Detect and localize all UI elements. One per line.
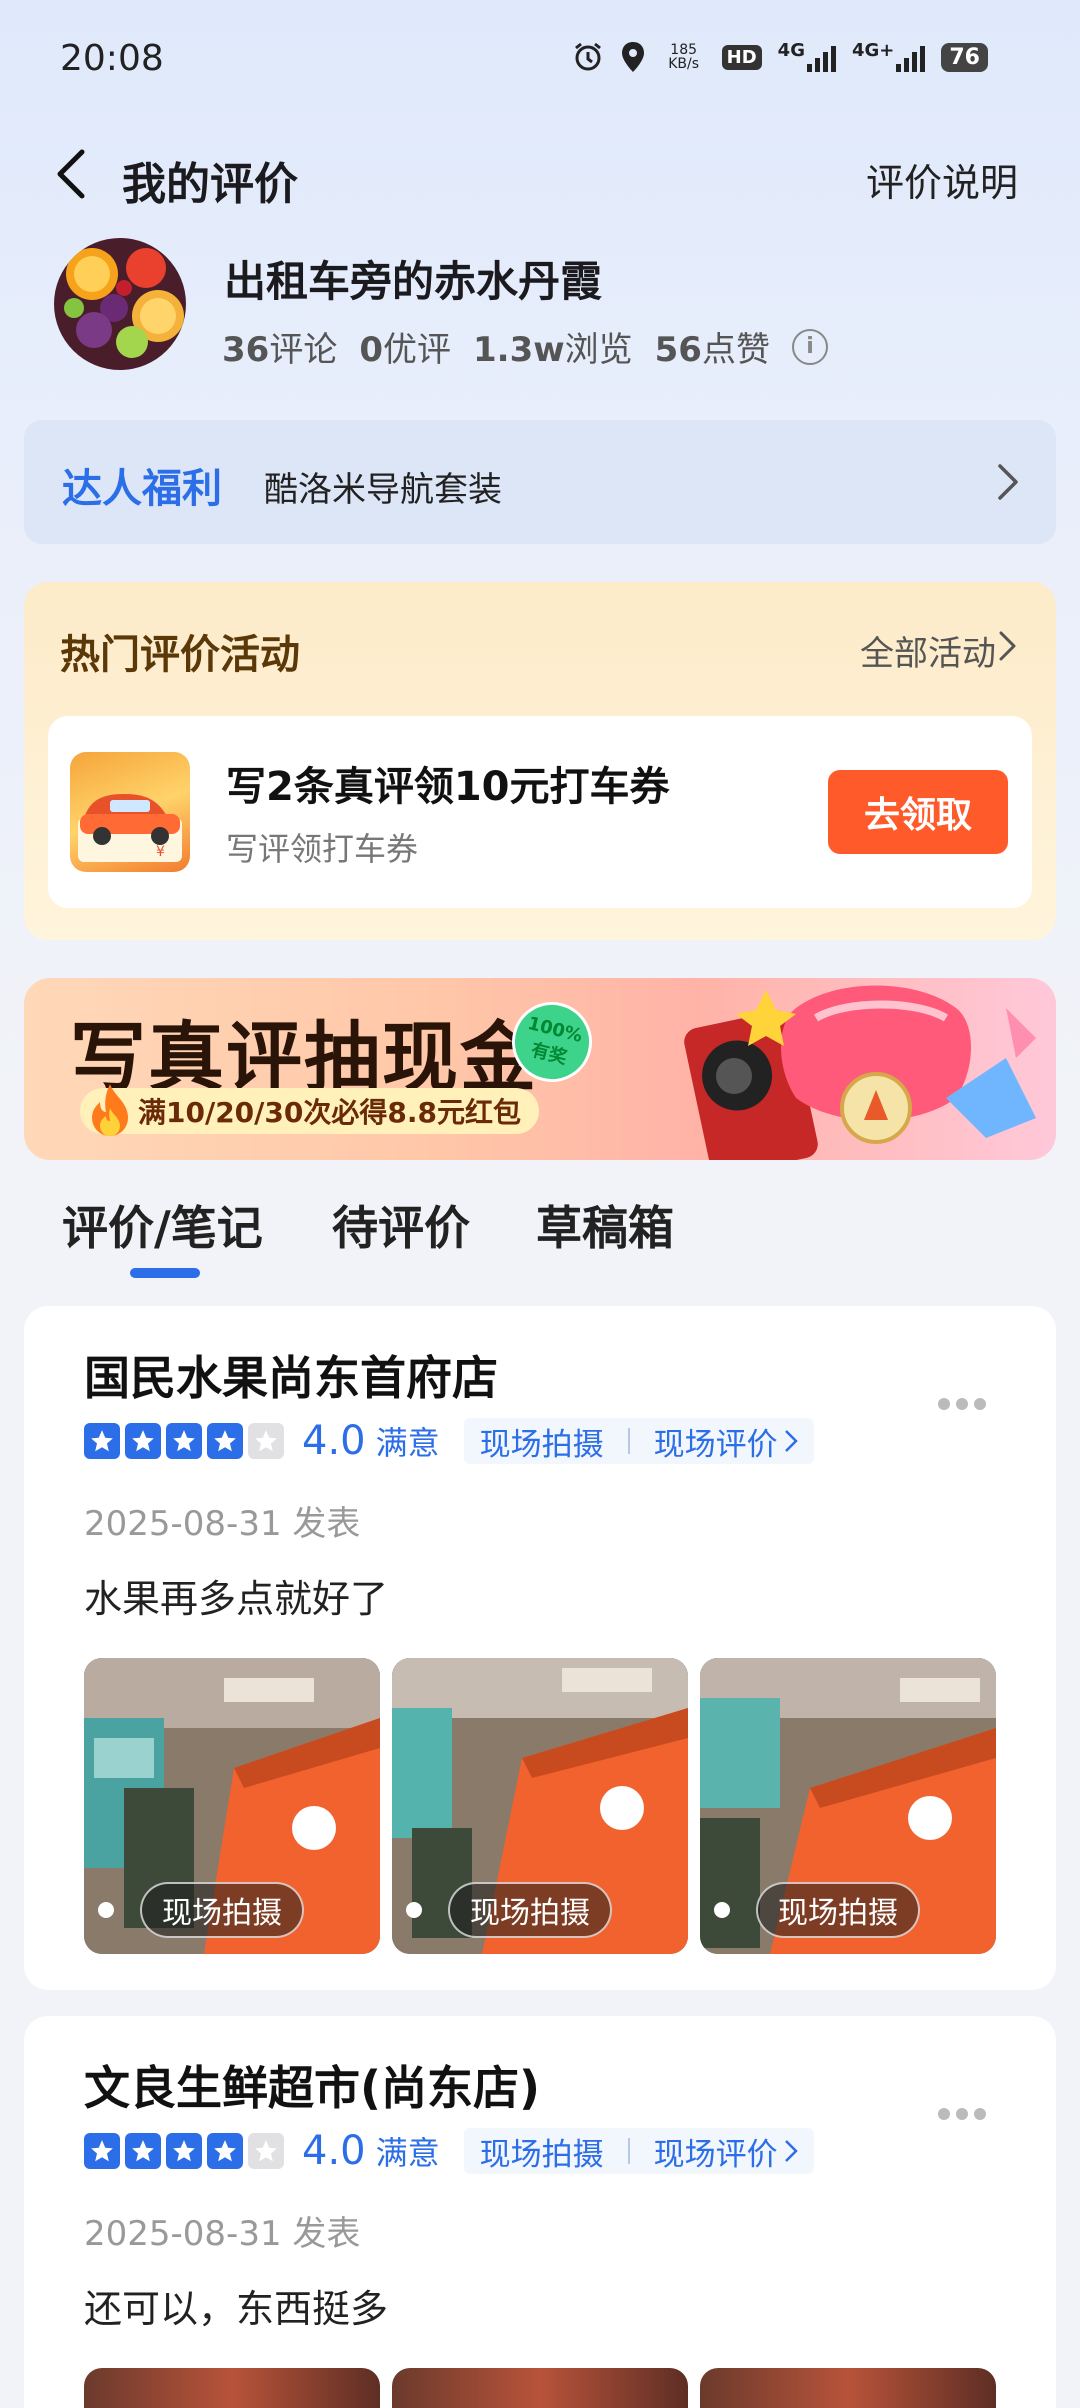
photo-tag: 现场拍摄 [140,1882,304,1938]
tab-pending[interactable]: 待评价 [332,1192,470,1258]
chevron-right-icon [998,464,1018,500]
rating-score: 4.0 [302,2128,366,2174]
perks-desc: 酷洛米导航套装 [264,470,502,510]
star-icon [166,1423,202,1459]
review-photo[interactable] [392,2368,688,2408]
rating-guide-link[interactable]: 评价说明 [866,152,1018,207]
rating-row: 4.0 满意 现场拍摄 现场评价 [84,1418,814,1464]
review-photo[interactable]: 现场拍摄 [392,1658,688,1954]
signal-icon: 4G+ [852,40,926,74]
page-title: 我的评价 [122,159,298,210]
store-name[interactable]: 国民水果尚东首府店 [84,1342,498,1408]
rating-score: 4.0 [302,1418,366,1464]
review-photos: 现场拍摄 现场拍摄 现场拍摄 [84,1658,996,1954]
star-rating [84,1423,284,1459]
review-content: 还可以，东西挺多 [84,2287,389,2331]
review-photo[interactable] [84,2368,380,2408]
alarm-icon [572,40,604,74]
star-icon [207,1423,243,1459]
tab-reviews-notes[interactable]: 评价/笔记 [62,1192,263,1258]
more-options-icon[interactable] [938,2108,986,2120]
header: 我的评价 评价说明 [0,130,1080,220]
svg-text:¥: ¥ [156,844,165,860]
chevron-right-icon [784,1430,798,1452]
star-icon [84,2133,120,2169]
star-icon [207,2133,243,2169]
store-name[interactable]: 文良生鲜超市(尚东店) [84,2052,540,2118]
prize-illustration-icon [684,985,1036,1160]
stat-reviews: 36评论 [222,330,338,370]
review-date: 2025-08-31 发表 [84,1504,361,1544]
more-options-icon[interactable] [938,1398,986,1410]
profile-stats: 36评论 0优评 1.3w浏览 56点赞 i [222,322,828,371]
review-card[interactable]: 国民水果尚东首府店 4.0 满意 现场拍摄 现场评价 2025-08-31 发表… [24,1306,1056,1990]
star-icon [125,1423,161,1459]
flame-icon [92,1084,128,1136]
perks-title: 达人福利 [62,466,222,512]
all-activities-link[interactable]: 全部活动 [860,626,996,675]
chevron-right-icon [784,2140,798,2162]
review-photo[interactable] [700,2368,996,2408]
photo-tag: 现场拍摄 [448,1882,612,1938]
location-icon [620,40,646,74]
stat-views: 1.3w浏览 [473,330,633,370]
review-photo[interactable]: 现场拍摄 [84,1658,380,1954]
review-card[interactable]: 文良生鲜超市(尚东店) 4.0 满意 现场拍摄 现场评价 2025-08-31 … [24,2016,1056,2408]
tag-onsite-review: 现场评价 [653,1426,778,1463]
tag-onsite-photo: 现场拍摄 [479,1426,604,1463]
activity-title: 热门评价活动 [60,632,300,678]
photo-tag: 现场拍摄 [756,1882,920,1938]
claim-button[interactable]: 去领取 [828,770,1008,854]
avatar[interactable] [54,238,186,370]
review-photos [84,2368,996,2408]
promo-banner[interactable]: 写真评抽现金 100% 有奖 满10/20/30次必得8.8元红包 [24,978,1056,1160]
star-icon [84,1423,120,1459]
car-coupon-icon: ¥ [70,752,190,872]
review-tabs: 评价/笔记 待评价 草稿箱 [0,1192,1080,1282]
stat-quality: 0优评 [359,330,451,370]
expert-perks-banner[interactable]: 达人福利 酷洛米导航套装 [24,420,1056,544]
active-tab-indicator [130,1268,200,1278]
info-icon[interactable]: i [791,328,828,365]
stat-likes: 56点赞 [654,330,770,370]
back-button[interactable] [52,146,108,202]
rating-row: 4.0 满意 现场拍摄 现场评价 [84,2128,814,2174]
satisfaction-label: 满意 [375,2134,440,2172]
status-icons: 185 KB/s HD 4G 4G+ 76 [572,40,988,74]
tab-drafts[interactable]: 草稿箱 [536,1192,674,1258]
status-bar: 20:08 185 KB/s HD 4G 4G+ 76 [0,0,1080,120]
review-tags[interactable]: 现场拍摄 现场评价 [463,1418,814,1464]
review-content: 水果再多点就好了 [84,1577,389,1621]
star-icon [125,2133,161,2169]
username: 出租车旁的赤水丹霞 [224,257,603,306]
activity-item[interactable]: ¥ 写2条真评领10元打车券 写评领打车券 去领取 [48,716,1032,908]
activity-name: 写2条真评领10元打车券 [226,764,670,810]
tag-onsite-review: 现场评价 [653,2136,778,2173]
chevron-right-icon [999,631,1016,661]
hot-activity-card: 热门评价活动 全部活动 ¥ 写2条真评领10元打车券 写评领打车券 去领取 [24,582,1056,940]
promo-subtitle: 满10/20/30次必得8.8元红包 [80,1088,539,1134]
hd-icon: HD [721,40,762,74]
review-date: 2025-08-31 发表 [84,2214,361,2254]
tag-onsite-photo: 现场拍摄 [479,2136,604,2173]
review-tags[interactable]: 现场拍摄 现场评价 [463,2128,814,2174]
status-time: 20:08 [60,38,164,79]
net-speed: 185 KB/s [668,42,700,72]
star-empty-icon [248,2133,284,2169]
signal-icon: 4G [778,40,836,74]
battery-icon: 76 [941,40,988,74]
star-empty-icon [248,1423,284,1459]
star-rating [84,2133,284,2169]
star-icon [166,2133,202,2169]
activity-subtitle: 写评领打车券 [226,830,419,868]
review-photo[interactable]: 现场拍摄 [700,1658,996,1954]
satisfaction-label: 满意 [375,1424,440,1462]
chevron-left-icon [57,149,85,199]
